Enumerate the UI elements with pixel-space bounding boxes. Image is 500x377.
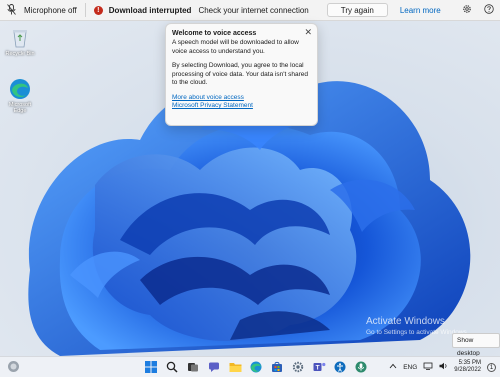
clock-time: 5:35 PM <box>458 359 481 366</box>
task-view-icon[interactable] <box>186 360 200 374</box>
try-again-button[interactable]: Try again <box>326 3 388 17</box>
popup-title: Welcome to voice access <box>172 30 257 37</box>
show-desktop-tooltip: Show desktop <box>452 333 500 357</box>
microphone-off-icon <box>6 3 16 17</box>
desktop-icon-edge[interactable]: Microsoft Edge <box>5 78 35 114</box>
voice-access-icon[interactable] <box>354 360 368 374</box>
settings-gear-icon[interactable] <box>462 4 472 16</box>
help-icon[interactable] <box>484 4 494 16</box>
edge-icon <box>9 78 31 100</box>
widgets-button[interactable] <box>7 360 20 375</box>
system-tray: ENG 5:35 PM 9/28/2022 1 <box>389 357 496 377</box>
teams-icon[interactable]: T <box>312 360 326 374</box>
microsoft-store-icon[interactable] <box>270 360 284 374</box>
language-indicator[interactable]: ENG <box>403 364 417 371</box>
microphone-status: Microphone off <box>24 5 77 15</box>
learn-more-link[interactable]: Learn more <box>400 6 441 15</box>
chat-icon[interactable] <box>207 360 221 374</box>
file-explorer-icon[interactable] <box>228 360 242 374</box>
microphone-button[interactable] <box>0 0 22 20</box>
windows-logo-icon <box>145 361 157 373</box>
voice-access-bar: Microphone off ! Download interrupted Ch… <box>0 0 500 21</box>
edge-browser-icon[interactable] <box>249 360 263 374</box>
desktop-icon-recycle-bin[interactable]: Recycle Bin <box>5 27 35 57</box>
popup-paragraph: By selecting Download, you agree to the … <box>172 62 309 86</box>
error-title: Download interrupted <box>108 5 192 15</box>
desktop-icon-label: Microsoft Edge <box>8 102 32 114</box>
recycle-bin-icon <box>9 27 31 49</box>
chevron-up-icon[interactable] <box>389 363 397 371</box>
close-icon[interactable]: ✕ <box>304 27 312 38</box>
error-icon: ! <box>93 5 103 15</box>
taskbar-apps: T <box>144 359 368 375</box>
more-about-voice-access-link[interactable]: More about voice access <box>172 94 311 103</box>
notification-badge[interactable]: 1 <box>487 362 496 372</box>
activate-windows-title: Activate Windows <box>366 316 445 327</box>
clock[interactable]: 5:35 PM 9/28/2022 <box>454 360 481 375</box>
privacy-statement-link[interactable]: Microsoft Privacy Statement <box>172 102 311 111</box>
desktop-icon-label: Recycle Bin <box>5 51 35 57</box>
divider <box>84 3 86 17</box>
popup-paragraph: A speech model will be downloaded to all… <box>172 39 299 55</box>
svg-text:T: T <box>315 365 319 372</box>
search-icon[interactable] <box>165 360 179 374</box>
start-button[interactable] <box>144 360 158 374</box>
accessibility-app-icon[interactable] <box>333 360 347 374</box>
volume-icon[interactable] <box>439 362 448 372</box>
error-message: Check your internet connection <box>198 5 309 15</box>
settings-app-icon[interactable] <box>291 360 305 374</box>
clock-date: 9/28/2022 <box>454 367 481 373</box>
weather-icon <box>7 361 20 375</box>
taskbar: T ENG 5:35 PM 9/28/2022 1 <box>0 356 500 377</box>
network-icon[interactable] <box>423 362 433 372</box>
welcome-popup: ✕ Welcome to voice access A speech model… <box>165 23 318 126</box>
